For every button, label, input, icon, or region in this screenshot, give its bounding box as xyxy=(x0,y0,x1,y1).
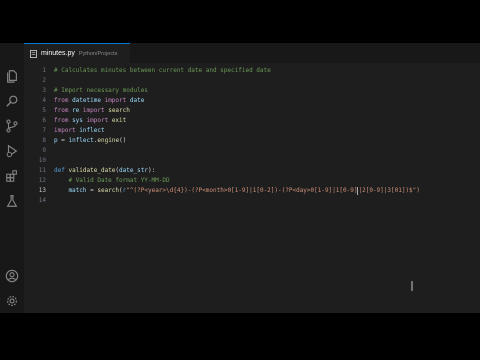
settings-gear-icon[interactable] xyxy=(5,294,19,308)
code-line[interactable]: 8 p = inflect.engine() xyxy=(24,136,480,146)
code-token: re xyxy=(72,107,83,114)
code-token: # Valid Date format YY-MM-DD xyxy=(54,177,170,184)
code-token: from xyxy=(54,117,73,124)
code-text: # Valid Date format YY-MM-DD xyxy=(54,176,170,186)
line-number: 9 xyxy=(42,147,46,154)
code-token: import xyxy=(54,127,80,134)
code-token: import xyxy=(82,107,109,114)
line-number: 1 xyxy=(42,67,46,74)
tab-minutes-py[interactable]: minutes.py Python/Projects xyxy=(24,43,130,63)
line-number: 4 xyxy=(42,97,46,104)
code-text: from re import search xyxy=(54,106,130,116)
code-line[interactable]: 6 from sys import exit xyxy=(24,116,480,126)
code-line[interactable]: 5 from re import search xyxy=(24,106,480,116)
text-cursor-icon xyxy=(411,281,413,291)
line-number: 3 xyxy=(42,87,46,94)
code-line[interactable]: 10 xyxy=(24,156,480,166)
account-icon[interactable] xyxy=(5,269,19,283)
code-token: validate_date xyxy=(68,167,116,174)
line-number: 13 xyxy=(38,187,46,194)
code-token: search xyxy=(97,187,120,194)
code-token: match xyxy=(54,187,91,194)
code-text: def validate_date(date_str): xyxy=(54,166,155,176)
line-number: 7 xyxy=(42,127,46,134)
line-number: 12 xyxy=(38,177,46,184)
code-line[interactable]: 2 xyxy=(24,76,480,86)
line-number: 11 xyxy=(38,167,46,174)
code-token: def xyxy=(54,167,69,174)
code-line[interactable]: 11 def validate_date(date_str): xyxy=(24,166,480,176)
code-token: ): xyxy=(147,167,156,174)
code-token: from xyxy=(54,97,73,104)
code-token: import xyxy=(104,97,130,104)
code-token: "^(?P<year>\d{4})-(?P<month>0[1-9]|1[0-2… xyxy=(126,187,358,194)
code-token: date_str xyxy=(119,167,148,174)
code-token: |2[0-9]|3[01])$") xyxy=(358,187,420,194)
code-text: p = inflect.engine() xyxy=(54,136,126,146)
code-text: from datetime import date xyxy=(54,96,144,106)
code-line[interactable]: 14 xyxy=(24,196,480,206)
code-token: search xyxy=(108,107,130,114)
code-token: sys xyxy=(72,117,87,124)
code-text: from sys import exit xyxy=(54,116,126,126)
code-token: inflect xyxy=(79,127,105,134)
line-number: 14 xyxy=(38,197,46,204)
code-token: # Import necessary modules xyxy=(54,87,148,94)
line-number: 6 xyxy=(42,117,46,124)
code-text: # Calculates minutes between current dat… xyxy=(54,66,271,76)
code-line[interactable]: 9 xyxy=(24,146,480,156)
code-token: from xyxy=(54,107,73,114)
code-line[interactable]: 7 import inflect xyxy=(24,126,480,136)
line-number: 8 xyxy=(42,137,46,144)
line-number: 10 xyxy=(38,157,46,164)
run-debug-icon[interactable] xyxy=(5,144,19,158)
code-text: # Import necessary modules xyxy=(54,86,148,96)
code-line[interactable]: 13 match = search(r"^(?P<year>\d{4})-(?P… xyxy=(24,186,480,196)
code-line[interactable]: 12 # Valid Date format YY-MM-DD xyxy=(24,176,480,186)
code-token: engine xyxy=(97,137,120,144)
code-editor-window: minutes.py Python/Projects 1 # Calculates… xyxy=(0,43,480,313)
code-line[interactable]: 3 # Import necessary modules xyxy=(24,86,480,96)
code-line[interactable]: 4 from datetime import date xyxy=(24,96,480,106)
testing-icon[interactable] xyxy=(5,194,19,208)
search-icon[interactable] xyxy=(5,94,19,108)
python-file-icon xyxy=(30,49,37,58)
tab-filename: minutes.py xyxy=(41,50,75,57)
extensions-icon[interactable] xyxy=(5,169,19,183)
code-text: match = search(r"^(?P<year>\d{4})-(?P<mo… xyxy=(54,186,420,196)
code-token: inflect xyxy=(68,137,94,144)
tab-bar: minutes.py Python/Projects xyxy=(24,43,480,63)
tab-filepath: Python/Projects xyxy=(78,50,118,57)
activity-bar xyxy=(0,43,24,313)
code-token: # Calculates minutes between current dat… xyxy=(54,67,271,74)
code-token: exit xyxy=(111,117,127,124)
line-number: 2 xyxy=(42,77,46,84)
source-control-icon[interactable] xyxy=(5,119,19,133)
code-text: import inflect xyxy=(54,126,105,136)
line-number: 5 xyxy=(42,107,46,114)
code-line[interactable]: 1 # Calculates minutes between current da… xyxy=(24,66,480,76)
code-token: () xyxy=(119,137,127,144)
code-token: datetime xyxy=(72,97,105,104)
code-token: date xyxy=(129,97,145,104)
files-icon[interactable] xyxy=(5,69,19,83)
code-area[interactable]: 1 # Calculates minutes between current da… xyxy=(24,63,480,313)
code-token: import xyxy=(86,117,112,124)
